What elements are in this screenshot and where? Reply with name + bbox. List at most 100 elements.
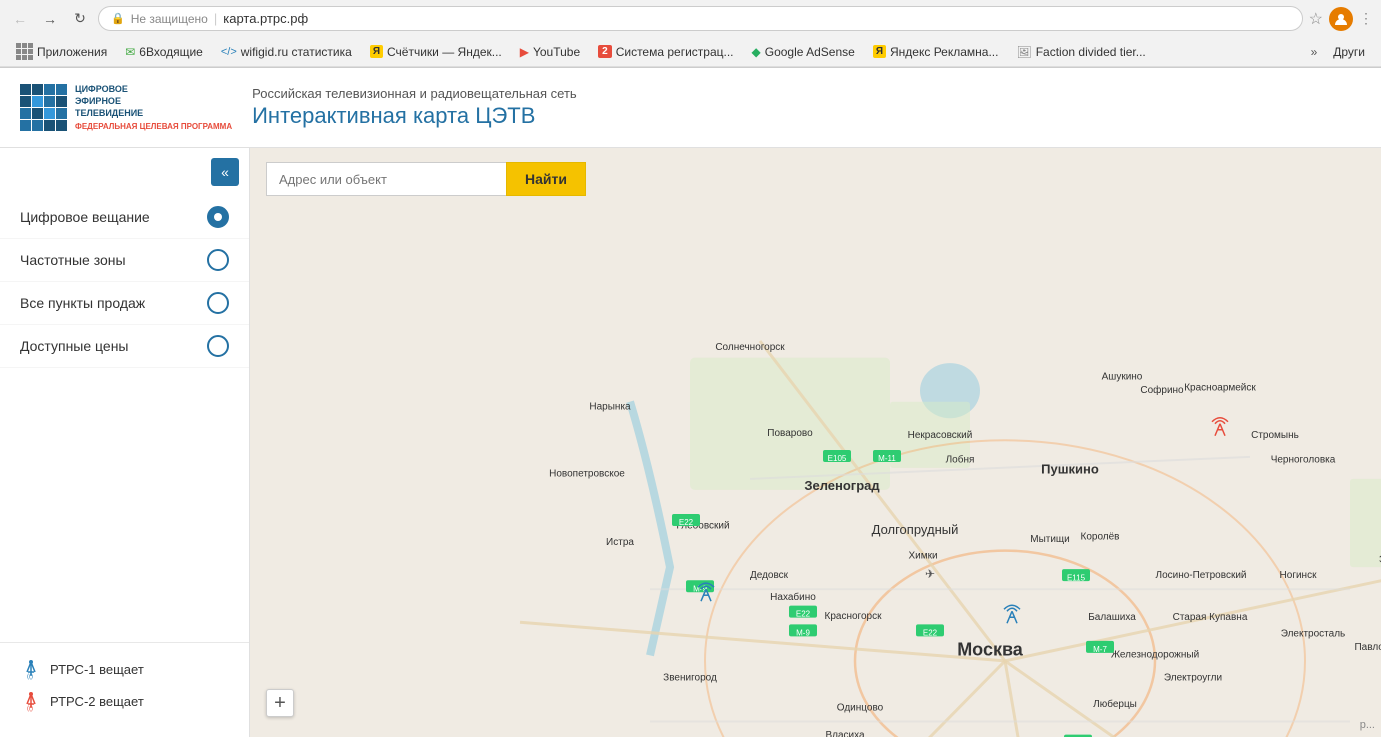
radio-sales[interactable] (207, 292, 229, 314)
extensions-button[interactable]: ⋮ (1359, 10, 1373, 27)
map-zoom-plus[interactable]: + (266, 689, 294, 717)
svg-text:E115: E115 (1067, 573, 1086, 582)
address-bar: 🔒 Не защищено | карта.ртрс.рф (98, 6, 1303, 31)
profile-button[interactable] (1329, 7, 1353, 31)
forward-button[interactable]: → (38, 7, 62, 31)
sidebar-option-sales[interactable]: Все пункты продаж (0, 282, 249, 325)
svg-text:Люберцы: Люберцы (1093, 698, 1137, 710)
logo-container: ЦИФРОВОЕ ЭФИРНОЕ ТЕЛЕВИДЕНИЕ ФЕДЕРАЛЬНАЯ… (20, 84, 232, 131)
svg-text:Новопетровское: Новопетровское (549, 469, 625, 480)
bookmark-yt-icon: ▶ (520, 45, 529, 59)
sidebar-option-prices[interactable]: Доступные цены (0, 325, 249, 368)
bookmark-s-label: Система регистрац... (616, 45, 734, 59)
svg-text:Стромынь: Стромынь (1251, 430, 1299, 441)
bookmark-faction[interactable]: 🖼 Faction divided tier... (1008, 42, 1153, 62)
back-button[interactable]: ← (8, 7, 32, 31)
svg-text:Лобня: Лобня (946, 453, 975, 465)
legend-rtrs1-icon: (() (20, 658, 42, 680)
radio-frequency[interactable] (207, 249, 229, 271)
bookmark-sistema[interactable]: 2 Система регистрац... (590, 42, 741, 62)
bookmarks-other[interactable]: Други (1325, 42, 1373, 62)
map-search: Найти (266, 162, 586, 196)
main-layout: « Цифровое вещание Частотные зоны Все пу… (0, 148, 1381, 737)
map-container[interactable]: СолнечногорскНарынкаПушкиноКрасноармейск… (250, 148, 1381, 737)
bookmark-youtube[interactable]: ▶ YouTube (512, 42, 588, 62)
bookmark-wifigid[interactable]: </> wifigid.ru статистика (213, 42, 360, 62)
bookmark-apps-label: Приложения (37, 45, 107, 59)
svg-text:Электроугли: Электроугли (1164, 673, 1222, 684)
svg-text:Старая Купавна: Старая Купавна (1173, 612, 1248, 623)
bookmark-ga-label: Google AdSense (765, 45, 855, 59)
svg-text:Красногорск: Красногорск (825, 611, 883, 622)
option-frequency-label: Частотные зоны (20, 252, 126, 268)
svg-text:Павловский Посад: Павловский Посад (1354, 642, 1381, 653)
bookmark-ga-icon: ◆ (752, 45, 761, 59)
url-text[interactable]: карта.ртрс.рф (223, 11, 308, 26)
bookmark-yr-icon: Я (873, 45, 886, 58)
sidebar-collapse-area: « (0, 158, 249, 196)
header-subtitle: Российская телевизионная и радиовещатель… (252, 86, 577, 101)
legend-rtrs1-label: РТРС-1 вещает (50, 662, 144, 677)
bookmarks-more[interactable]: » (1305, 42, 1324, 62)
radio-digital[interactable] (207, 206, 229, 228)
option-prices-label: Доступные цены (20, 338, 129, 354)
star-button[interactable]: ☆ (1309, 9, 1323, 29)
svg-text:Некрасовский: Некрасовский (908, 430, 973, 441)
not-secure-label: Не защищено (131, 12, 208, 26)
bookmark-yt-label: YouTube (533, 45, 580, 59)
svg-text:Дедовск: Дедовск (750, 570, 789, 581)
svg-text:M-9: M-9 (796, 628, 810, 637)
svg-text:Ногинск: Ногинск (1280, 570, 1318, 581)
map-svg: СолнечногорскНарынкаПушкиноКрасноармейск… (250, 148, 1381, 737)
svg-text:((): (() (27, 706, 33, 712)
svg-text:Софрино: Софрино (1140, 384, 1184, 396)
apps-grid-icon (16, 43, 33, 60)
svg-text:E105: E105 (828, 454, 847, 463)
bookmarks-other-label: Други (1333, 45, 1365, 59)
svg-text:Зеленоград: Зеленоград (804, 478, 880, 493)
svg-text:Пушкино: Пушкино (1041, 461, 1099, 476)
browser-toolbar: ← → ↻ 🔒 Не защищено | карта.ртрс.рф ☆ ⋮ (0, 0, 1381, 37)
radio-prices[interactable] (207, 335, 229, 357)
svg-text:M-11: M-11 (878, 454, 896, 463)
sidebar-option-digital[interactable]: Цифровое вещание (0, 196, 249, 239)
bookmark-yandex-reklama[interactable]: Я Яндекс Рекламна... (865, 42, 1007, 62)
logo-line1: ЦИФРОВОЕ (75, 84, 232, 96)
svg-text:Ашукино: Ашукино (1102, 372, 1143, 383)
bookmark-apps[interactable]: Приложения (8, 40, 115, 63)
legend-rtrs2: (() РТРС-2 вещает (20, 685, 229, 717)
svg-text:Лосино-Петровский: Лосино-Петровский (1156, 570, 1247, 581)
logo-area: ЦИФРОВОЕ ЭФИРНОЕ ТЕЛЕВИДЕНИЕ ФЕДЕРАЛЬНАЯ… (20, 84, 232, 131)
svg-text:Красноармейск: Красноармейск (1184, 383, 1256, 394)
bookmark-yr-label: Яндекс Рекламна... (890, 45, 998, 59)
bookmarks-more-label: » (1311, 45, 1318, 59)
map-search-input[interactable] (266, 162, 506, 196)
svg-text:((): (() (27, 674, 33, 680)
option-digital-label: Цифровое вещание (20, 209, 150, 225)
bookmark-wifi-icon: </> (221, 46, 237, 58)
sidebar: « Цифровое вещание Частотные зоны Все пу… (0, 148, 250, 737)
svg-text:Поварово: Поварово (767, 428, 813, 439)
bookmark-schetchiki[interactable]: Я Счётчики — Яндек... (362, 42, 510, 62)
legend: (() РТРС-1 вещает (() РТРС-2 веща (0, 642, 249, 727)
svg-text:Москва: Москва (957, 639, 1024, 659)
map-search-button[interactable]: Найти (506, 162, 586, 196)
bookmark-6vkhodyashchie[interactable]: ✉ 6Входящие (117, 42, 211, 62)
map-watermark: р... (1360, 719, 1375, 731)
bookmark-f-label: Faction divided tier... (1036, 45, 1146, 59)
map-background: СолнечногорскНарынкаПушкиноКрасноармейск… (250, 148, 1381, 737)
svg-text:Химки: Химки (908, 550, 937, 561)
legend-rtrs2-label: РТРС-2 вещает (50, 694, 144, 709)
logo-subtitle: ФЕДЕРАЛЬНАЯ ЦЕЛЕВАЯ ПРОГРАММА (75, 122, 232, 131)
collapse-icon: « (221, 164, 229, 180)
svg-text:E22: E22 (679, 518, 694, 527)
legend-rtrs1: (() РТРС-1 вещает (20, 653, 229, 685)
reload-button[interactable]: ↻ (68, 7, 92, 31)
svg-text:E22: E22 (923, 628, 938, 637)
bookmark-ya-icon: Я (370, 45, 383, 58)
logo-line2: ЭФИРНОЕ (75, 96, 232, 108)
legend-rtrs2-icon: (() (20, 690, 42, 712)
collapse-button[interactable]: « (211, 158, 239, 186)
sidebar-option-frequency[interactable]: Частотные зоны (0, 239, 249, 282)
bookmark-adsense[interactable]: ◆ Google AdSense (744, 42, 863, 62)
